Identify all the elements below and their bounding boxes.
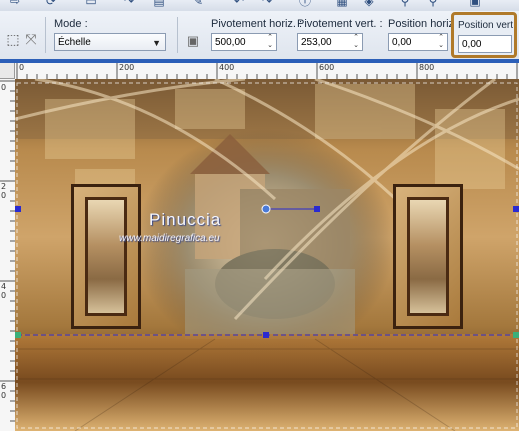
save-icon[interactable]: ▭ <box>82 0 100 9</box>
ruler-label: 800 <box>419 63 435 72</box>
pivot-h-label: Pivotement horiz. : <box>211 18 303 30</box>
pos-h-value: 0,00 <box>392 37 412 48</box>
spinner-arrows-icon[interactable]: ⌃ ⌄ <box>436 34 446 50</box>
reset-icon[interactable]: ⤧ <box>22 31 40 49</box>
undo-icon[interactable]: ↶ <box>230 0 248 9</box>
top-icon-strip: ⇨ ⟳ ▭ ↷ ▤ ✎ ↶ ↷ ⓘ ▦ ◈ ⚲ ⚲ ▣ <box>0 0 519 11</box>
pos-v-label: Position vert <box>458 20 514 31</box>
redo-icon[interactable]: ↷ <box>120 0 138 9</box>
pivot-handle[interactable] <box>314 206 320 212</box>
preset-icon[interactable]: ⬚ <box>4 31 22 49</box>
spinner-arrows-icon[interactable]: ⌃ ⌄ <box>265 34 275 50</box>
pos-v-value: 0,00 <box>462 39 482 50</box>
transform-handle-right[interactable] <box>513 206 519 212</box>
separator <box>45 17 46 53</box>
mode-label: Mode : <box>54 18 88 30</box>
ruler-label: 600 <box>319 63 335 72</box>
help-icon[interactable]: ⓘ <box>296 0 314 9</box>
pivot-h-value: 500,00 <box>215 37 246 48</box>
zoom-icon[interactable]: ⚲ <box>396 0 414 9</box>
pos-h-input[interactable]: 0,00 ⌃ ⌄ <box>388 33 448 51</box>
copy-icon[interactable]: ▤ <box>150 0 168 9</box>
ruler-label: 0 <box>1 291 7 300</box>
pivot-h-input[interactable]: 500,00 ⌃ ⌄ <box>211 33 277 51</box>
vertical-ruler: 0 2 0 4 0 6 0 <box>0 79 16 431</box>
tool-options-bar: ⬚ ⤧ Mode : Échelle ▼ ▣ Pivotement horiz.… <box>0 11 519 60</box>
share-icon[interactable]: ⟳ <box>42 0 60 9</box>
transform-handle-bottom[interactable] <box>263 332 269 338</box>
ruler-label: 0 <box>19 63 25 72</box>
left-frame-artwork <box>85 197 127 316</box>
grid-icon[interactable]: ▦ <box>333 0 351 9</box>
pivot-v-label: Pivotement vert. : <box>297 18 383 30</box>
pos-v-input[interactable]: 0,00 <box>458 35 512 53</box>
open-icon[interactable]: ⇨ <box>6 0 24 9</box>
chevron-down-icon: ▼ <box>152 38 161 48</box>
ruler-label: 0 <box>1 391 7 400</box>
transform-handle-bottom-left[interactable] <box>15 332 21 338</box>
image-canvas[interactable]: Pinuccia www.maidiregrafica.eu <box>15 79 519 431</box>
ruler-label: 0 <box>1 191 7 200</box>
pivot-v-value: 253,00 <box>301 37 332 48</box>
right-frame-artwork <box>407 197 449 316</box>
ruler-label: 0 <box>1 83 7 92</box>
horizontal-ruler: 0 200 400 600 800 <box>15 63 519 80</box>
spinner-arrows-icon[interactable]: ⌃ ⌄ <box>351 34 361 50</box>
ruler-label: 200 <box>119 63 135 72</box>
fit-icon[interactable]: ◈ <box>360 0 378 9</box>
transform-handle-left[interactable] <box>15 206 21 212</box>
pos-v-highlight: Position vert 0,00 <box>451 12 517 58</box>
mode-select[interactable]: Échelle ▼ <box>54 33 166 51</box>
edit-icon[interactable]: ✎ <box>189 0 207 9</box>
watermark-name: Pinuccia <box>149 210 222 229</box>
ruler-ticks <box>16 63 518 79</box>
ruler-label: 400 <box>219 63 235 72</box>
redo-arrow-icon[interactable]: ↷ <box>258 0 276 9</box>
ruler-label: 6 <box>1 382 7 391</box>
layers-icon[interactable]: ▣ <box>466 0 484 9</box>
left-picture-frame <box>71 184 141 329</box>
separator <box>177 17 178 53</box>
mode-select-value: Échelle <box>58 37 91 48</box>
zoom-out-icon[interactable]: ⚲ <box>424 0 442 9</box>
ruler-ticks <box>0 80 15 422</box>
ruler-corner <box>0 63 15 79</box>
transform-handle-bottom-right[interactable] <box>513 332 519 338</box>
pivot-v-input[interactable]: 253,00 ⌃ ⌄ <box>297 33 363 51</box>
pivot-icon: ▣ <box>186 33 200 48</box>
watermark-url: www.maidiregrafica.eu <box>119 233 220 244</box>
ruler-label: 4 <box>1 282 7 291</box>
ruler-label: 2 <box>1 182 7 191</box>
right-picture-frame <box>393 184 463 329</box>
